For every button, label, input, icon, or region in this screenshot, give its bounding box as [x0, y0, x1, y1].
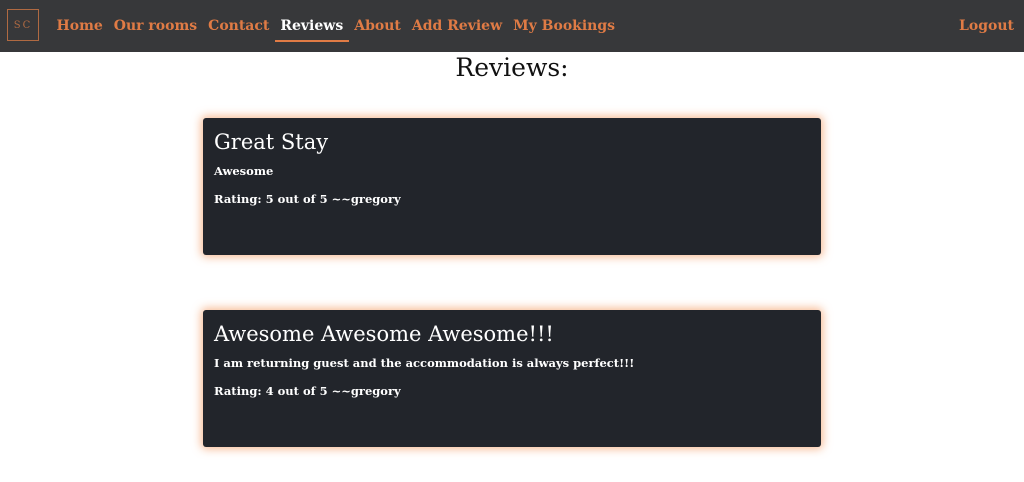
nav-link-my-bookings[interactable]: My Bookings: [508, 0, 621, 52]
nav-link-our-rooms[interactable]: Our rooms: [108, 0, 202, 52]
review-rating: Rating: 4 out of 5 ~~gregory: [214, 384, 401, 398]
nav-link-add-review[interactable]: Add Review: [406, 0, 507, 52]
review-card: Awesome Awesome Awesome!!! I am returnin…: [203, 310, 821, 447]
page-title: Reviews:: [455, 53, 569, 82]
review-title: Awesome Awesome Awesome!!!: [214, 322, 554, 346]
nav-links: Home Our rooms Contact Reviews About Add…: [51, 0, 621, 52]
navbar: SC Home Our rooms Contact Reviews About …: [0, 0, 1024, 52]
nav-link-home[interactable]: Home: [51, 0, 108, 52]
review-card: Great Stay Awesome Rating: 5 out of 5 ~~…: [203, 118, 821, 255]
brand-logo[interactable]: SC: [7, 9, 39, 41]
nav-link-reviews[interactable]: Reviews: [274, 0, 349, 52]
review-title: Great Stay: [214, 130, 329, 154]
nav-link-about[interactable]: About: [349, 0, 407, 52]
nav-link-contact[interactable]: Contact: [203, 0, 275, 52]
logout-link[interactable]: Logout: [959, 0, 1014, 52]
review-body: Awesome: [214, 164, 274, 178]
review-body: I am returning guest and the accommodati…: [214, 356, 635, 370]
review-rating: Rating: 5 out of 5 ~~gregory: [214, 192, 401, 206]
